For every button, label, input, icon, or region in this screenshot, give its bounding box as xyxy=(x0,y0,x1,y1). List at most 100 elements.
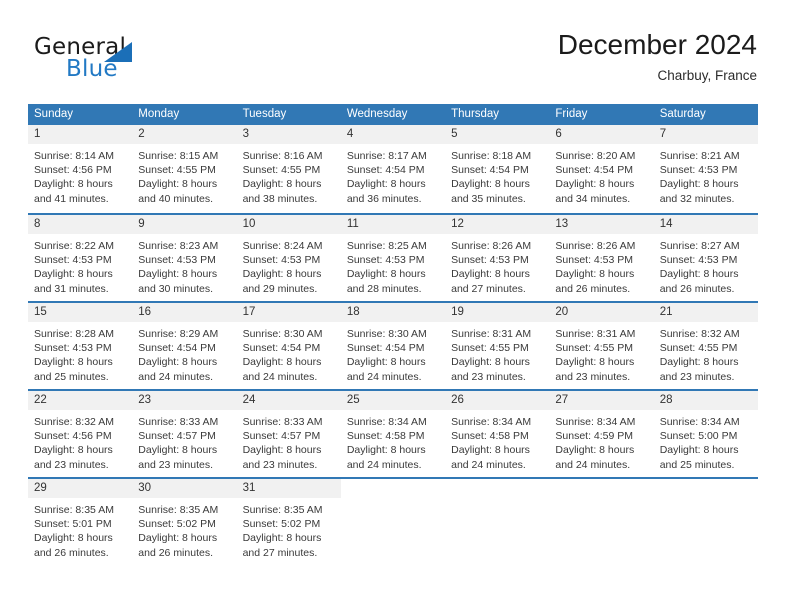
sunrise-text: Sunrise: 8:34 AM xyxy=(555,416,636,428)
day-cell[interactable]: 4 Sunrise: 8:17 AM Sunset: 4:54 PM Dayli… xyxy=(340,125,446,213)
day-cell[interactable]: 5 Sunrise: 8:18 AM Sunset: 4:54 PM Dayli… xyxy=(445,125,550,213)
day-details xyxy=(549,498,653,503)
day-cell[interactable]: 26 Sunrise: 8:34 AM Sunset: 4:58 PM Dayl… xyxy=(445,391,550,477)
day-number: 27 xyxy=(549,391,654,410)
sunrise-text: Sunrise: 8:33 AM xyxy=(242,416,323,428)
sunset-text: Sunset: 5:01 PM xyxy=(34,518,112,531)
day-details: Sunrise: 8:22 AM Sunset: 4:53 PM Dayligh… xyxy=(28,234,132,296)
daylight-text-line1: Daylight: 8 hours xyxy=(659,356,739,369)
day-details: Sunrise: 8:33 AM Sunset: 4:57 PM Dayligh… xyxy=(132,410,236,472)
day-cell[interactable]: 31 Sunrise: 8:35 AM Sunset: 5:02 PM Dayl… xyxy=(236,479,341,565)
daylight-text-line2: and 30 minutes. xyxy=(138,282,213,295)
daylight-text-line1: Daylight: 8 hours xyxy=(34,356,113,369)
sunrise-text: Sunrise: 8:33 AM xyxy=(138,416,219,428)
day-details: Sunrise: 8:34 AM Sunset: 5:00 PM Dayligh… xyxy=(654,410,758,472)
sunset-text: Sunset: 4:54 PM xyxy=(346,342,425,355)
day-cell[interactable]: 22 Sunrise: 8:32 AM Sunset: 4:56 PM Dayl… xyxy=(28,391,133,477)
day-number: 14 xyxy=(653,215,758,234)
sunset-text: Sunset: 4:53 PM xyxy=(346,254,425,267)
day-cell[interactable]: 8 Sunrise: 8:22 AM Sunset: 4:53 PM Dayli… xyxy=(28,215,133,301)
day-cell[interactable]: 19 Sunrise: 8:31 AM Sunset: 4:55 PM Dayl… xyxy=(445,303,550,389)
daylight-text-line1: Daylight: 8 hours xyxy=(555,268,635,281)
sunset-text: Sunset: 5:02 PM xyxy=(138,518,216,531)
day-cell[interactable]: 23 Sunrise: 8:33 AM Sunset: 4:57 PM Dayl… xyxy=(132,391,237,477)
day-cell[interactable]: 30 Sunrise: 8:35 AM Sunset: 5:02 PM Dayl… xyxy=(132,479,237,565)
sunset-text: Sunset: 4:53 PM xyxy=(138,254,216,267)
day-details: Sunrise: 8:32 AM Sunset: 4:55 PM Dayligh… xyxy=(654,322,758,384)
day-cell[interactable]: 11 Sunrise: 8:25 AM Sunset: 4:53 PM Dayl… xyxy=(340,215,446,301)
day-cell[interactable]: 18 Sunrise: 8:30 AM Sunset: 4:54 PM Dayl… xyxy=(340,303,446,389)
daylight-text-line2: and 23 minutes. xyxy=(242,458,318,471)
daylight-text-line1: Daylight: 8 hours xyxy=(242,444,322,457)
day-details: Sunrise: 8:27 AM Sunset: 4:53 PM Dayligh… xyxy=(654,234,758,296)
sunrise-text: Sunrise: 8:24 AM xyxy=(242,240,323,252)
day-cell[interactable]: 15 Sunrise: 8:28 AM Sunset: 4:53 PM Dayl… xyxy=(28,303,133,389)
sunset-text: Sunset: 5:00 PM xyxy=(659,430,738,443)
weekday-header-friday: Friday xyxy=(555,108,588,120)
daylight-text-line2: and 24 minutes. xyxy=(242,370,318,383)
day-cell[interactable]: 28 Sunrise: 8:34 AM Sunset: 5:00 PM Dayl… xyxy=(653,391,758,477)
sunset-text: Sunset: 4:53 PM xyxy=(242,254,321,267)
daylight-text-line2: and 36 minutes. xyxy=(346,192,422,205)
day-cell[interactable]: 29 Sunrise: 8:35 AM Sunset: 5:01 PM Dayl… xyxy=(28,479,133,565)
day-cell[interactable]: 17 Sunrise: 8:30 AM Sunset: 4:54 PM Dayl… xyxy=(236,303,341,389)
day-cell[interactable]: 7 Sunrise: 8:21 AM Sunset: 4:53 PM Dayli… xyxy=(653,125,758,213)
general-blue-logo[interactable]: General Blue xyxy=(34,34,204,92)
daylight-text-line2: and 27 minutes. xyxy=(451,282,526,295)
day-cell[interactable]: 9 Sunrise: 8:23 AM Sunset: 4:53 PM Dayli… xyxy=(132,215,237,301)
daylight-text-line1: Daylight: 8 hours xyxy=(451,356,530,369)
day-details: Sunrise: 8:24 AM Sunset: 4:53 PM Dayligh… xyxy=(237,234,341,296)
day-number: 5 xyxy=(445,125,550,144)
day-cell[interactable]: 13 Sunrise: 8:26 AM Sunset: 4:53 PM Dayl… xyxy=(549,215,654,301)
sunrise-text: Sunrise: 8:34 AM xyxy=(346,416,427,428)
sunset-text: Sunset: 4:54 PM xyxy=(451,164,529,177)
sunrise-text: Sunrise: 8:32 AM xyxy=(34,416,114,428)
day-cell[interactable]: 20 Sunrise: 8:31 AM Sunset: 4:55 PM Dayl… xyxy=(549,303,654,389)
daylight-text-line2: and 24 minutes. xyxy=(346,458,422,471)
day-cell[interactable]: 6 Sunrise: 8:20 AM Sunset: 4:54 PM Dayli… xyxy=(549,125,654,213)
day-cell[interactable]: 1 Sunrise: 8:14 AM Sunset: 4:56 PM Dayli… xyxy=(28,125,133,213)
day-cell[interactable]: 3 Sunrise: 8:16 AM Sunset: 4:55 PM Dayli… xyxy=(236,125,341,213)
day-cell[interactable]: 21 Sunrise: 8:32 AM Sunset: 4:55 PM Dayl… xyxy=(653,303,758,389)
daylight-text-line1: Daylight: 8 hours xyxy=(242,268,322,281)
daylight-text-line2: and 24 minutes. xyxy=(555,458,631,471)
daylight-text-line2: and 28 minutes. xyxy=(346,282,422,295)
daylight-text-line2: and 25 minutes. xyxy=(659,458,735,471)
sunrise-text: Sunrise: 8:21 AM xyxy=(659,150,740,162)
daylight-text-line2: and 34 minutes. xyxy=(555,192,631,205)
title-block: December 2024 Charbuy, France xyxy=(558,28,757,84)
day-cell[interactable]: 27 Sunrise: 8:34 AM Sunset: 4:59 PM Dayl… xyxy=(549,391,654,477)
day-details: Sunrise: 8:26 AM Sunset: 4:53 PM Dayligh… xyxy=(445,234,549,296)
day-details: Sunrise: 8:29 AM Sunset: 4:54 PM Dayligh… xyxy=(132,322,236,384)
day-cell[interactable]: 16 Sunrise: 8:29 AM Sunset: 4:54 PM Dayl… xyxy=(132,303,237,389)
day-cell[interactable]: 2 Sunrise: 8:15 AM Sunset: 4:55 PM Dayli… xyxy=(132,125,237,213)
day-details: Sunrise: 8:30 AM Sunset: 4:54 PM Dayligh… xyxy=(237,322,341,384)
logo-text-blue: Blue xyxy=(66,56,118,82)
daylight-text-line1: Daylight: 8 hours xyxy=(659,178,739,191)
daylight-text-line2: and 23 minutes. xyxy=(451,370,526,383)
day-number: 30 xyxy=(132,479,237,498)
day-cell[interactable]: 12 Sunrise: 8:26 AM Sunset: 4:53 PM Dayl… xyxy=(445,215,550,301)
sunset-text: Sunset: 4:53 PM xyxy=(659,254,738,267)
day-details: Sunrise: 8:30 AM Sunset: 4:54 PM Dayligh… xyxy=(341,322,445,384)
daylight-text-line1: Daylight: 8 hours xyxy=(138,532,218,545)
sunset-text: Sunset: 4:54 PM xyxy=(346,164,425,177)
daylight-text-line2: and 23 minutes. xyxy=(34,458,109,471)
calendar-grid: Sunday Monday Tuesday Wednesday Thursday… xyxy=(28,104,758,565)
day-number: 2 xyxy=(132,125,237,144)
day-cell[interactable]: 10 Sunrise: 8:24 AM Sunset: 4:53 PM Dayl… xyxy=(236,215,341,301)
week-row: 1 Sunrise: 8:14 AM Sunset: 4:56 PM Dayli… xyxy=(28,125,758,213)
day-cell[interactable]: 25 Sunrise: 8:34 AM Sunset: 4:58 PM Dayl… xyxy=(340,391,446,477)
day-details: Sunrise: 8:31 AM Sunset: 4:55 PM Dayligh… xyxy=(445,322,549,384)
sunset-text: Sunset: 4:53 PM xyxy=(659,164,738,177)
daylight-text-line2: and 25 minutes. xyxy=(34,370,109,383)
day-number: 12 xyxy=(445,215,550,234)
sunset-text: Sunset: 4:53 PM xyxy=(34,342,112,355)
sunset-text: Sunset: 4:56 PM xyxy=(34,430,112,443)
day-cell[interactable]: 24 Sunrise: 8:33 AM Sunset: 4:57 PM Dayl… xyxy=(236,391,341,477)
day-number: 11 xyxy=(340,215,446,234)
day-number: 15 xyxy=(28,303,133,322)
day-cell[interactable]: 14 Sunrise: 8:27 AM Sunset: 4:53 PM Dayl… xyxy=(653,215,758,301)
daylight-text-line2: and 23 minutes. xyxy=(138,458,213,471)
daylight-text-line2: and 26 minutes. xyxy=(138,546,213,559)
